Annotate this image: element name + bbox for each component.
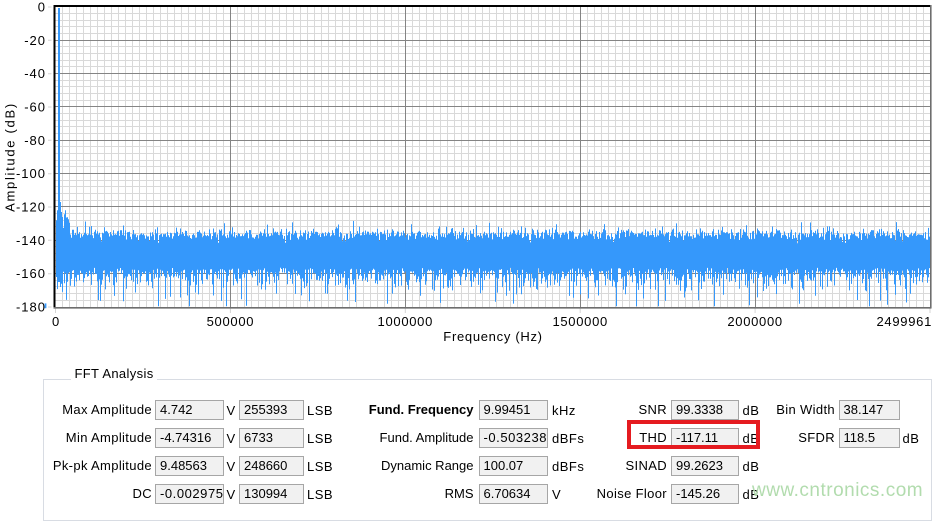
svg-text:1000000: 1000000 <box>378 314 434 329</box>
svg-text:-60: -60 <box>24 100 46 115</box>
svg-text:-20: -20 <box>24 33 46 48</box>
svg-text:2499961: 2499961 <box>876 314 932 329</box>
svg-text:500000: 500000 <box>207 314 255 329</box>
svg-text:-180: -180 <box>16 300 46 315</box>
svg-text:2000000: 2000000 <box>727 314 783 329</box>
svg-text:-120: -120 <box>16 200 46 215</box>
svg-text:Amplitude (dB): Amplitude (dB) <box>3 102 18 212</box>
svg-text:Frequency (Hz): Frequency (Hz) <box>443 329 542 344</box>
svg-text:-80: -80 <box>24 133 46 148</box>
svg-text:0: 0 <box>38 0 46 15</box>
svg-text:-160: -160 <box>16 266 46 281</box>
svg-text:1500000: 1500000 <box>552 314 608 329</box>
svg-text:-140: -140 <box>16 233 46 248</box>
svg-text:0: 0 <box>52 314 60 329</box>
svg-text:-40: -40 <box>24 66 46 81</box>
svg-text:-100: -100 <box>16 166 46 181</box>
